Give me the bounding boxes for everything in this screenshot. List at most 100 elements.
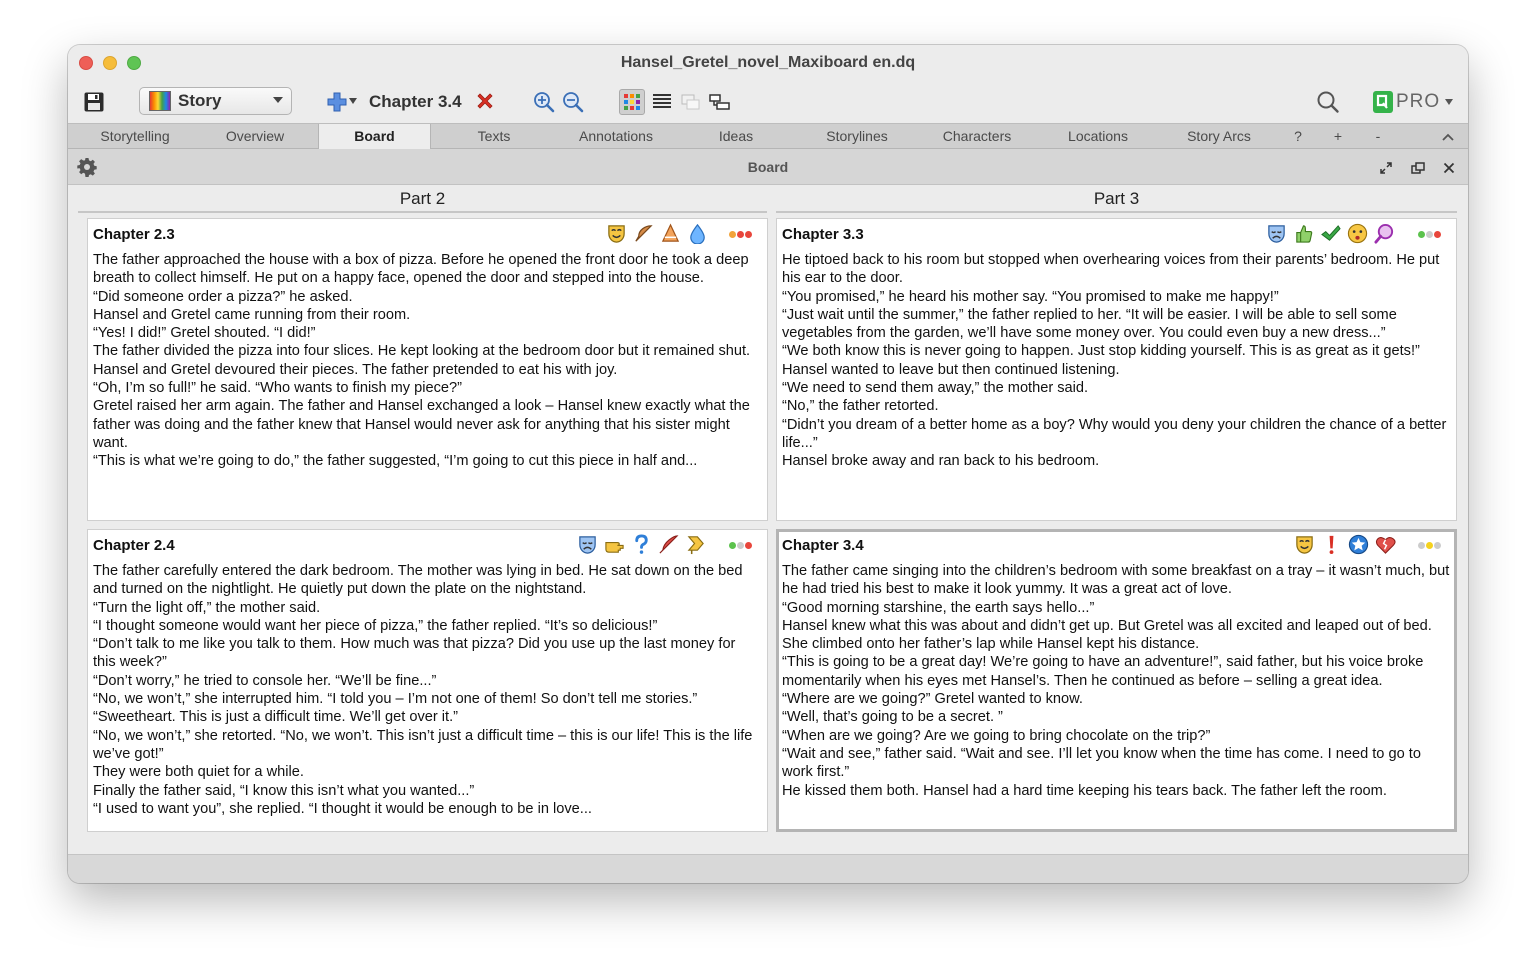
question-icon (635, 534, 648, 554)
pro-menu-button[interactable]: PRO (1372, 89, 1454, 115)
card-paragraph: “When are we going? Are we going to brin… (782, 727, 1211, 744)
layout-icon (709, 94, 730, 110)
status-dot (1426, 542, 1433, 549)
card-paragraph: “We need to send them away,” the mother … (782, 380, 1089, 397)
detach-panel-button[interactable] (1410, 160, 1426, 176)
save-icon[interactable] (82, 91, 106, 113)
story-color-swatch (149, 91, 171, 111)
tab-locations[interactable]: Locations (1053, 124, 1143, 149)
card-paragraph: “Don’t worry,” he tried to console her. … (93, 672, 437, 689)
maximize-window-button[interactable] (127, 56, 141, 70)
feather-quill-icon (659, 535, 679, 554)
status-dots[interactable] (1418, 542, 1441, 549)
card-paragraph: “Where are we going?” Gretel wanted to k… (782, 691, 1083, 708)
card-title: Chapter 2.3 (93, 226, 175, 243)
window-title: Hansel_Gretel_novel_Maxiboard en.dq (620, 54, 916, 71)
tab-overview[interactable]: Overview (210, 124, 300, 149)
card-view-button[interactable] (679, 90, 703, 114)
zoom-in-button[interactable] (532, 90, 556, 114)
add-menu-caret-icon[interactable] (349, 97, 357, 105)
detach-window-icon (1411, 162, 1425, 174)
card-paragraph: “Did someone order a pizza?” he asked. (93, 288, 353, 305)
zoom-in-icon (534, 92, 555, 113)
card-text[interactable]: The father approached the house with a b… (93, 251, 762, 471)
chevron-down-icon (273, 97, 283, 103)
toolbar: Story Chapter 3.4 PRO (68, 81, 1468, 123)
panel-title: Board (747, 159, 789, 175)
chapter-card[interactable]: Chapter 2.4 The father carefully entered… (87, 529, 768, 832)
pointing-hand-icon (605, 542, 624, 553)
card-title: Chapter 2.4 (93, 537, 175, 554)
status-dot (729, 231, 736, 238)
card-title: Chapter 3.4 (782, 537, 864, 554)
card-paragraph: Hansel broke away and ran back to his be… (782, 453, 1100, 470)
card-paragraph: “Don’t talk to me like you talk to them.… (93, 636, 736, 671)
close-icon (1443, 162, 1455, 174)
card-paragraph: “Just wait until the summer,” the father… (782, 306, 1397, 342)
story-select[interactable]: Story (139, 87, 292, 115)
card-paragraph: “Well, that’s going to be a secret. ” (782, 709, 1003, 726)
part-header: Part 3 (776, 189, 1457, 213)
chapter-card-selected[interactable]: Chapter 3.4 The father came singing into… (776, 529, 1457, 832)
grid-view-button[interactable] (619, 89, 645, 115)
minimize-window-button[interactable] (103, 56, 117, 70)
card-paragraph: “Turn the light off,” the mother said. (93, 599, 321, 616)
tab-story-arcs[interactable]: Story Arcs (1174, 124, 1264, 149)
close-window-button[interactable] (79, 56, 93, 70)
arrow-sign-icon (687, 536, 704, 555)
checkmark-icon (1321, 225, 1341, 241)
list-icon (653, 94, 671, 108)
card-text[interactable]: The father came singing into the childre… (782, 562, 1451, 800)
zoom-out-button[interactable] (561, 90, 585, 114)
status-dots[interactable] (729, 231, 752, 238)
status-bar (68, 854, 1468, 883)
plus-icon (327, 92, 347, 112)
remove-tab-button[interactable]: - (1370, 124, 1386, 149)
card-text[interactable]: The father carefully entered the dark be… (93, 562, 762, 818)
card-paragraph: “You promised,” he heard his mother say.… (782, 288, 1279, 305)
status-dots[interactable] (729, 542, 752, 549)
card-title: Chapter 3.3 (782, 226, 864, 243)
chevron-up-icon (1442, 133, 1454, 141)
tab-storylines[interactable]: Storylines (813, 124, 901, 149)
tab-storytelling[interactable]: Storytelling (90, 124, 180, 149)
status-dot (745, 231, 752, 238)
tab-help[interactable]: ? (1290, 124, 1306, 149)
chapter-card[interactable]: Chapter 3.3 He tiptoed back to his room … (776, 218, 1457, 521)
tab-board[interactable]: Board (318, 124, 431, 149)
chapter-card[interactable]: Chapter 2.3 The father approached the ho… (87, 218, 768, 521)
tab-ideas[interactable]: Ideas (706, 124, 766, 149)
card-paragraph: “Sweetheart. This is just a difficult ti… (93, 709, 458, 726)
close-panel-button[interactable] (1441, 160, 1457, 176)
app-window: Hansel_Gretel_novel_Maxiboard en.dq Stor… (68, 45, 1468, 883)
part-header: Part 2 (78, 189, 767, 213)
add-tab-button[interactable]: + (1330, 124, 1346, 149)
chevron-down-icon (1445, 99, 1454, 105)
cone-icon (661, 223, 680, 242)
card-paragraph: “Didn’t you dream of a better home as a … (782, 416, 1447, 451)
card-paragraph: He kissed them both. Hansel had a hard t… (782, 782, 1387, 799)
layout-view-button[interactable] (708, 90, 732, 114)
tab-texts[interactable]: Texts (460, 124, 528, 149)
card-paragraph: Hansel knew what this was about and didn… (782, 617, 1432, 653)
zoom-out-icon (563, 92, 584, 113)
board-area: Part 2 Part 3 Chapter 2.3 The father app… (68, 185, 1468, 855)
tab-annotations[interactable]: Annotations (565, 124, 667, 149)
card-paragraph: “Yes! I did!” Gretel shouted. “I did!” (93, 325, 316, 342)
list-view-button[interactable] (650, 90, 674, 114)
card-paragraph: “Wait and see,” father said. “Wait and s… (782, 745, 1421, 781)
delete-chapter-button[interactable] (474, 90, 496, 112)
card-text[interactable]: He tiptoed back to his room but stopped … (782, 251, 1451, 471)
card-paragraph: The father divided the pizza into four s… (93, 343, 751, 360)
collapse-tabs-button[interactable] (1440, 124, 1456, 149)
card-paragraph: “No,” the father retorted. (782, 398, 939, 415)
cards-icon (681, 94, 700, 110)
search-button[interactable] (1315, 89, 1341, 115)
card-paragraph: Hansel and Gretel came running from thei… (93, 306, 411, 323)
add-chapter-button[interactable] (326, 91, 348, 113)
tab-characters[interactable]: Characters (930, 124, 1024, 149)
status-dots[interactable] (1418, 231, 1441, 238)
expand-panel-button[interactable] (1378, 160, 1394, 176)
magnifier-icon (1374, 223, 1394, 244)
thumbs-up-icon (1296, 225, 1313, 243)
